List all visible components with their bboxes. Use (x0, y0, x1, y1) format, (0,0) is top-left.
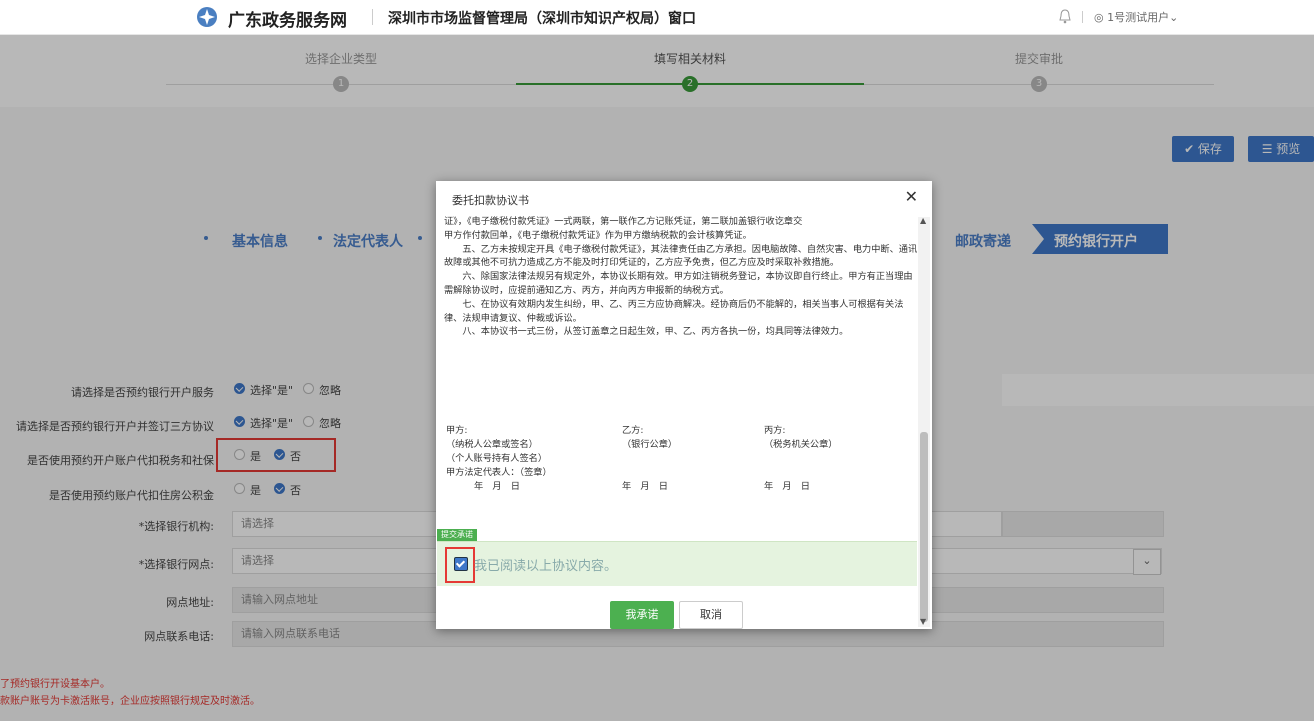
party-a-line: （纳税人公章或签名） (446, 439, 538, 450)
checkbox-highlight-box (445, 547, 475, 583)
bell-icon[interactable] (1058, 8, 1072, 24)
header-divider (372, 9, 373, 25)
user-icon: ◎ (1094, 11, 1108, 24)
gov-logo-icon (197, 7, 217, 27)
party-a-line: 甲方法定代表人：（签章） (446, 467, 552, 478)
party-b-line: 年 月 日 (622, 481, 668, 492)
party-a-block: 甲方: （纳税人公章或签名） （个人账号持有人签名） 甲方法定代表人：（签章） … (446, 424, 552, 494)
party-c-line: （税务机关公章） (764, 439, 838, 450)
scrollbar-thumb[interactable] (920, 432, 928, 622)
user-name: 1号测试用户 (1107, 11, 1170, 24)
user-menu[interactable]: ◎ 1号测试用户⌄ (1094, 9, 1178, 25)
agree-label: 我已阅读以上协议内容。 (474, 559, 618, 574)
agreement-paragraph: 八、本协议书一式三份，从签订盖章之日起生效，甲、乙、丙方各执一份，均具同等法律效… (462, 326, 849, 338)
dialog-title: 委托扣款协议书 (452, 194, 529, 207)
window-title: 深圳市市场监督管理局（深圳市知识产权局）窗口 (388, 11, 696, 27)
commit-tag: 提交承诺 (437, 529, 477, 541)
close-icon[interactable]: ✕ (905, 187, 918, 206)
party-c-block: 丙方: （税务机关公章） 年 月 日 (764, 424, 838, 494)
scroll-up-icon[interactable]: ▲ (920, 216, 926, 225)
confirm-button[interactable]: 我承诺 (610, 601, 674, 629)
party-c-line: 丙方: (764, 425, 786, 436)
agreement-paragraph: 五、乙方未按规定开具《电子缴税付款凭证》，其法律责任由乙方承担。因电脑故障、自然… (444, 243, 918, 269)
party-a-line: （个人账号持有人签名） (446, 453, 548, 464)
chevron-down-icon: ⌄ (1169, 11, 1179, 24)
party-b-line: （银行公章） (622, 439, 678, 450)
party-b-block: 乙方: （银行公章） 年 月 日 (622, 424, 677, 494)
agreement-paragraph: 七、在协议有效期内发生纠纷，甲、乙、丙三方应协商解决。经协商后仍不能解的，相关当… (444, 298, 904, 324)
page: 广东政务服务网 深圳市市场监督管理局（深圳市知识产权局）窗口 ◎ 1号测试用户⌄… (0, 0, 1314, 721)
agreement-paragraph: 甲方作付款回单，《电子缴税付款凭证》作为甲方缴纳税款的会计核算凭证。 (444, 229, 752, 241)
scroll-down-icon[interactable]: ▼ (920, 617, 926, 626)
header-divider-2 (1082, 11, 1083, 23)
party-a-line: 年 月 日 (474, 481, 520, 492)
party-c-line: 年 月 日 (764, 481, 810, 492)
agreement-paragraph: 证》，《电子缴税付款凭证》一式两联，第一联作乙方记账凭证，第二联加盖银行收讫章交 (444, 216, 803, 227)
party-b-line: 乙方: (622, 425, 644, 436)
cancel-button[interactable]: 取消 (679, 601, 743, 629)
top-header: 广东政务服务网 深圳市市场监督管理局（深圳市知识产权局）窗口 ◎ 1号测试用户⌄ (0, 0, 1314, 35)
brand-title: 广东政务服务网 (228, 11, 347, 31)
agreement-paragraph: 六、除国家法律法规另有规定外，本协议长期有效。甲方如注销税务登记，本协议即自行终… (444, 271, 913, 296)
party-a-line: 甲方: (446, 425, 468, 436)
